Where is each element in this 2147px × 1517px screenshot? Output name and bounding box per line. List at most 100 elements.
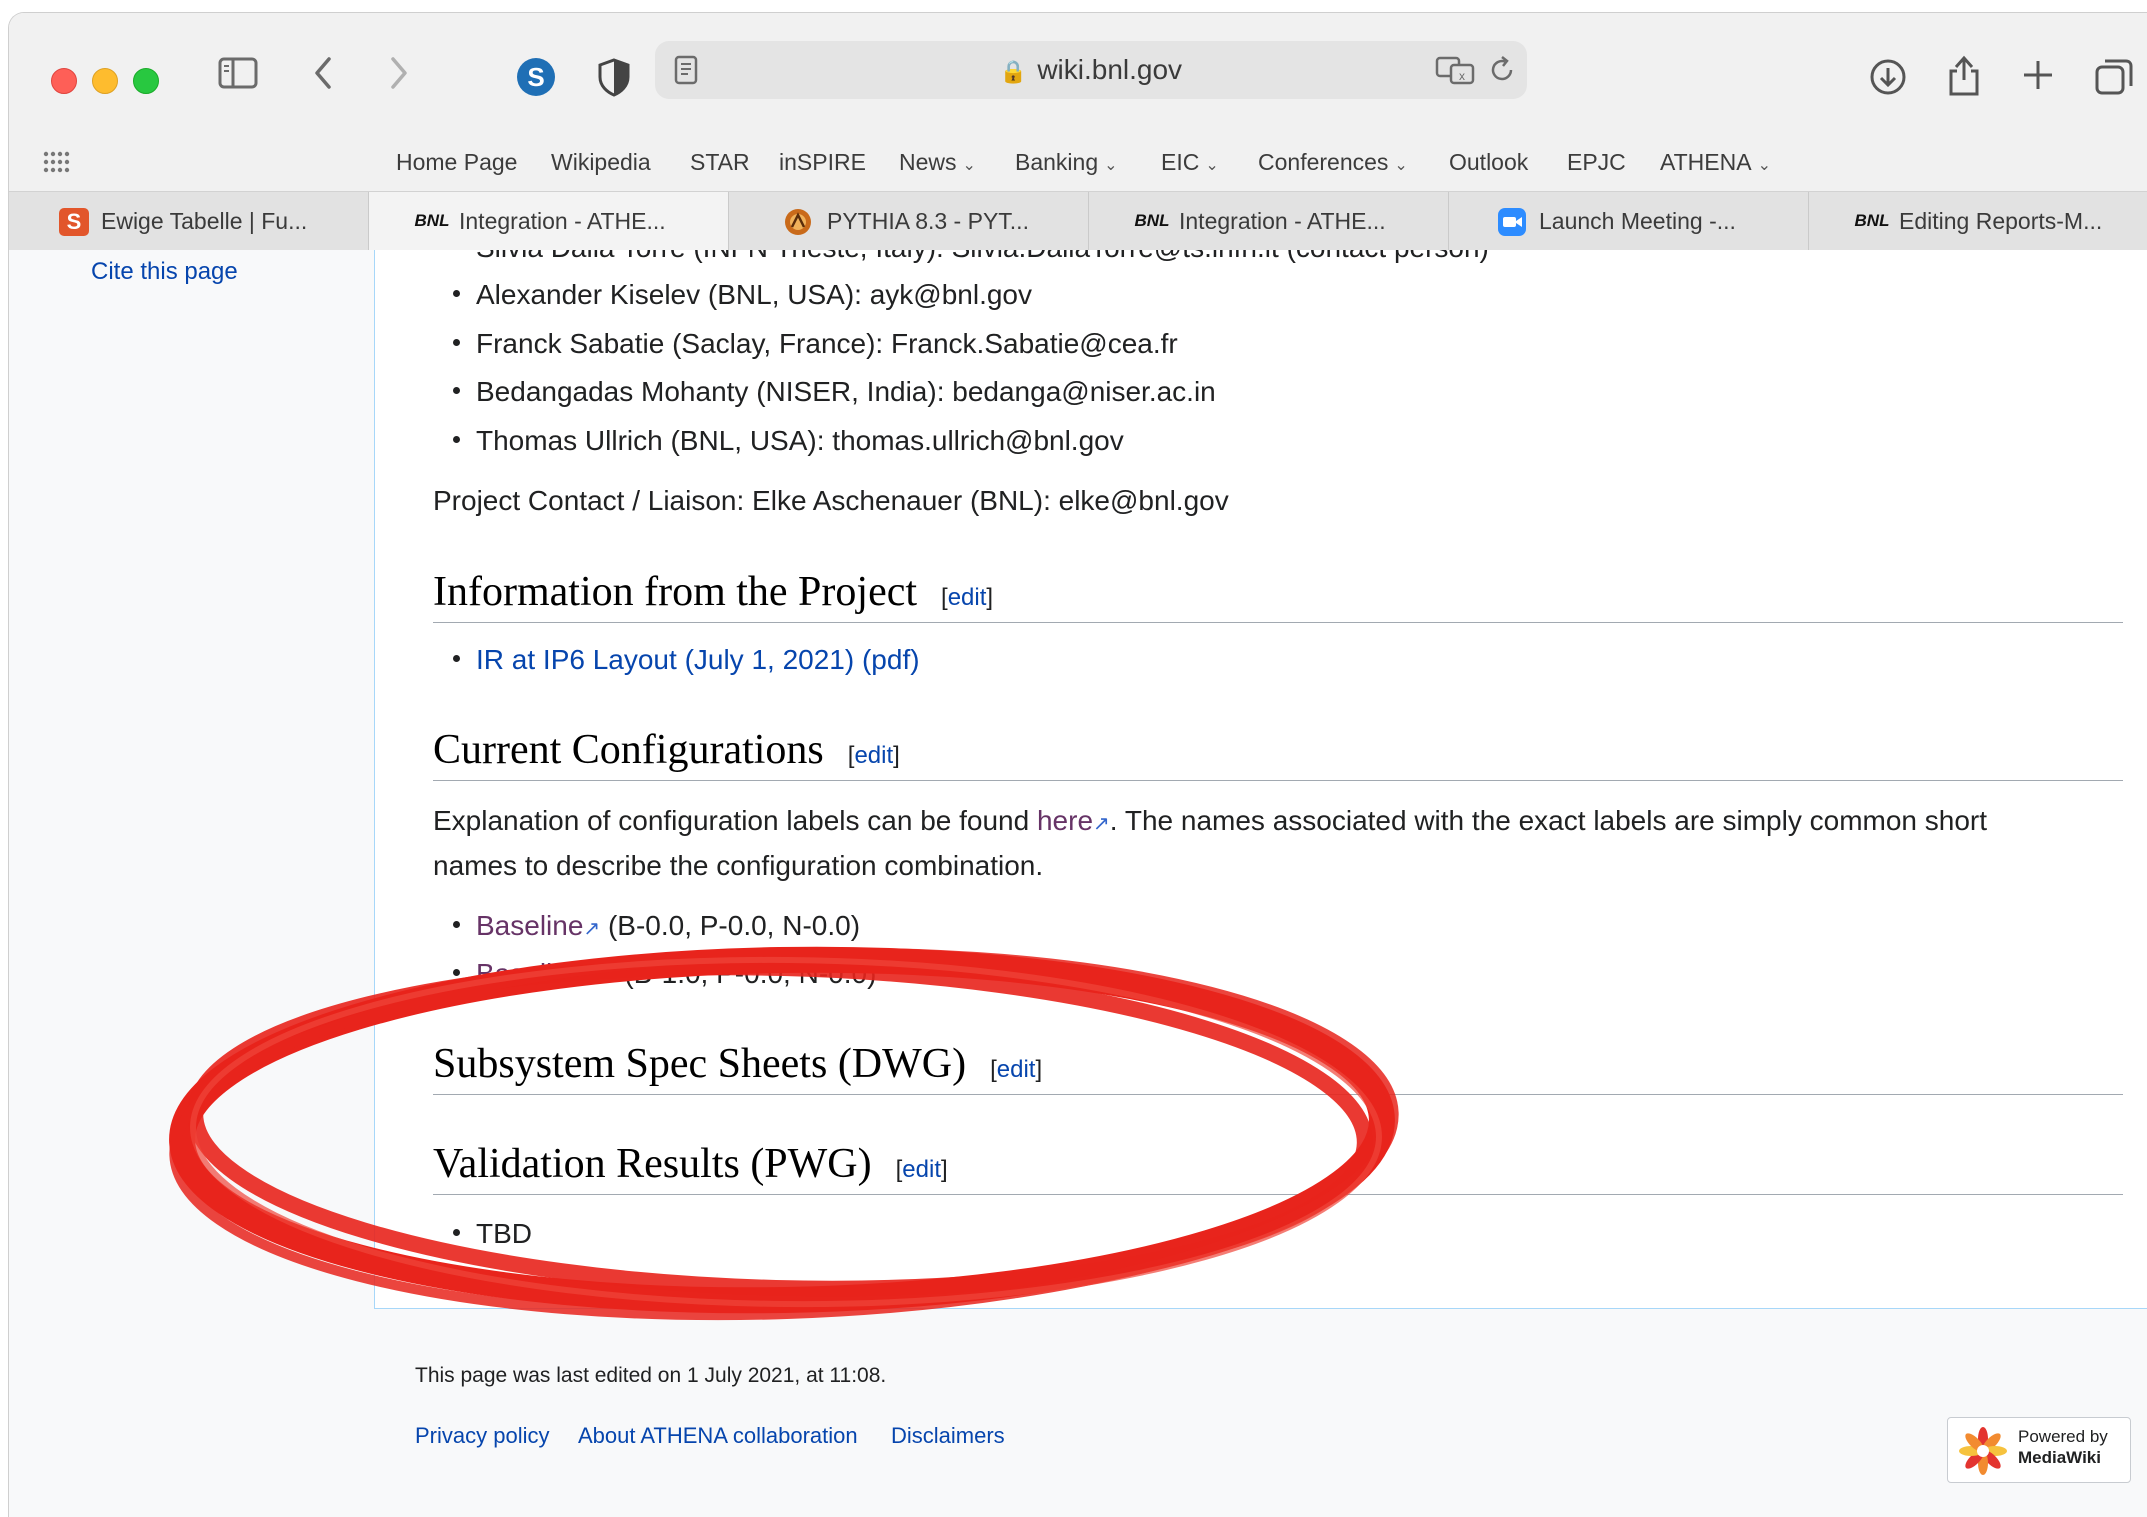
new-tab-icon[interactable]	[2015, 57, 2061, 103]
validation-item: TBD	[433, 1218, 532, 1250]
heading-text: Current Configurations	[433, 727, 824, 773]
contact-item-partial: Silvia Dalla Torre (INFN Trieste, Italy)…	[433, 250, 1489, 264]
tab-label: Editing Reports-M...	[1899, 208, 2103, 234]
bnl-icon: BNL	[415, 208, 450, 236]
edit-link[interactable]: edit	[854, 742, 893, 769]
tab-ewige-tabelle[interactable]: S Ewige Tabelle | Fu...	[9, 192, 369, 250]
lock-icon: 🔒	[999, 59, 1028, 84]
config-item: Baseline+↗ (B-1.0, P-0.0, N-0.0)	[433, 958, 876, 990]
extension-s-icon[interactable]: S	[513, 57, 559, 103]
contact-text: Franck Sabatie (Saclay, France): Franck.…	[476, 328, 1178, 359]
tab-integration-athena-2[interactable]: BNL Integration - ATHE...	[1089, 192, 1449, 250]
config-item-text: (B-0.0, P-0.0, N-0.0)	[607, 910, 861, 941]
edit-link[interactable]: edit	[948, 584, 987, 611]
bookmark-conferences[interactable]: Conferences ⌄	[1258, 133, 1408, 191]
powered-by-mediawiki-badge[interactable]: Powered by MediaWiki	[1947, 1417, 2131, 1483]
bookmark-banking-label: Banking	[1015, 149, 1099, 175]
external-link-icon: ↗	[1093, 813, 1110, 835]
close-window-button[interactable]	[51, 68, 77, 94]
url-text: 🔒 wiki.bnl.gov	[655, 41, 1527, 99]
heading-text: Information from the Project	[433, 569, 918, 615]
apps-grid-icon[interactable]	[43, 151, 73, 178]
bookmark-athena[interactable]: ATHENA ⌄	[1660, 133, 1771, 191]
baseline-plus-link[interactable]: Baseline+	[476, 958, 600, 989]
tab-label: Launch Meeting -...	[1539, 208, 1736, 234]
about-athena-link[interactable]: About ATHENA collaboration	[578, 1423, 858, 1449]
contact-item: Bedangadas Mohanty (NISER, India): bedan…	[433, 376, 1216, 408]
bookmark-news[interactable]: News ⌄	[899, 133, 976, 191]
article-body: Silvia Dalla Torre (INFN Trieste, Italy)…	[374, 250, 2147, 1309]
s-icon: S	[59, 208, 89, 236]
share-icon[interactable]	[1941, 53, 1987, 99]
zoom-window-button[interactable]	[133, 68, 159, 94]
chevron-down-icon: ⌄	[962, 157, 976, 174]
contact-item: Alexander Kiselev (BNL, USA): ayk@bnl.go…	[433, 279, 1032, 311]
bookmark-banking[interactable]: Banking ⌄	[1015, 133, 1118, 191]
tab-label: Ewige Tabelle | Fu...	[101, 208, 308, 234]
powered-line-2: MediaWiki	[2018, 1448, 2101, 1467]
powered-by-text: Powered by MediaWiki	[2018, 1426, 2108, 1468]
external-link-icon: ↗	[583, 918, 601, 940]
ir-layout-link[interactable]: IR at IP6 Layout (July 1, 2021) (pdf)	[476, 644, 920, 675]
baseline-link[interactable]: Baseline	[476, 910, 583, 941]
edit-link[interactable]: edit	[997, 1056, 1036, 1083]
bookmark-inspire[interactable]: inSPIRE	[779, 133, 866, 191]
bookmark-eic[interactable]: EIC ⌄	[1161, 133, 1219, 191]
edit-section-link[interactable]: [edit]	[990, 1056, 1042, 1083]
bookmark-news-label: News	[899, 149, 957, 175]
tab-overview-icon[interactable]	[2091, 57, 2137, 103]
powered-line-1: Powered by	[2018, 1427, 2108, 1446]
page-content: Cite this page Silvia Dalla Torre (INFN …	[9, 250, 2147, 1517]
bookmark-epjc[interactable]: EPJC	[1567, 133, 1626, 191]
bookmark-conferences-label: Conferences	[1258, 149, 1389, 175]
bookmark-star[interactable]: STAR	[690, 133, 750, 191]
tab-launch-meeting[interactable]: Launch Meeting -...	[1449, 192, 1809, 250]
address-bar[interactable]: 🔒 wiki.bnl.gov x	[655, 41, 1527, 99]
translate-icon[interactable]: x	[1435, 55, 1475, 90]
tab-pythia[interactable]: PYTHIA 8.3 - PYT...	[729, 192, 1089, 250]
config-text: Explanation of configuration labels can …	[433, 805, 1037, 836]
edit-section-link[interactable]: [edit]	[941, 584, 993, 611]
config-item: Baseline↗ (B-0.0, P-0.0, N-0.0)	[433, 910, 860, 942]
chevron-down-icon: ⌄	[1205, 157, 1219, 174]
bookmark-home-page[interactable]: Home Page	[396, 133, 517, 191]
tab-editing-reports[interactable]: BNL Editing Reports-M...	[1809, 192, 2147, 250]
bnl-icon: BNL	[1135, 208, 1170, 236]
tab-label: Integration - ATHE...	[1179, 208, 1386, 234]
bookmark-eic-label: EIC	[1161, 149, 1200, 175]
contact-text: Bedangadas Mohanty (NISER, India): bedan…	[476, 376, 1216, 407]
bookmark-athena-label: ATHENA	[1660, 149, 1752, 175]
reload-icon[interactable]	[1487, 55, 1517, 90]
downloads-icon[interactable]	[1865, 57, 1911, 103]
edit-section-link[interactable]: [edit]	[896, 1156, 948, 1183]
chevron-down-icon: ⌄	[1104, 157, 1118, 174]
sidebar-toggle-icon[interactable]	[215, 57, 261, 103]
bookmark-outlook[interactable]: Outlook	[1449, 133, 1528, 191]
forward-icon[interactable]	[375, 55, 421, 101]
external-link-icon: ↗	[599, 966, 617, 988]
last-edited-text: This page was last edited on 1 July 2021…	[415, 1364, 887, 1387]
tab-label: Integration - ATHE...	[459, 208, 666, 234]
here-link[interactable]: here	[1037, 805, 1093, 836]
config-paragraph-line-2: names to describe the configuration comb…	[433, 850, 1044, 881]
bookmark-wikipedia[interactable]: Wikipedia	[551, 133, 651, 191]
back-icon[interactable]	[301, 55, 347, 101]
mediawiki-flower-icon	[1958, 1426, 2008, 1481]
privacy-policy-link[interactable]: Privacy policy	[415, 1423, 549, 1449]
sidebar-cite-link[interactable]: Cite this page	[91, 258, 238, 286]
contact-text: Thomas Ullrich (BNL, USA): thomas.ullric…	[476, 425, 1124, 456]
shield-icon[interactable]	[591, 57, 637, 103]
edit-section-link[interactable]: [edit]	[848, 742, 900, 769]
contact-text: Silvia Dalla Torre (INFN Trieste, Italy)…	[476, 250, 1489, 263]
svg-text:x: x	[1459, 69, 1465, 83]
minimize-window-button[interactable]	[92, 68, 118, 94]
heading-text: Validation Results (PWG)	[433, 1141, 872, 1187]
edit-link[interactable]: edit	[902, 1156, 941, 1183]
config-paragraph-line-1: Explanation of configuration labels can …	[433, 805, 1987, 837]
contact-item: Thomas Ullrich (BNL, USA): thomas.ullric…	[433, 425, 1124, 457]
tab-integration-athena-1[interactable]: BNL Integration - ATHE...	[369, 192, 729, 250]
tab-bar: S Ewige Tabelle | Fu... BNL Integration …	[9, 191, 2147, 251]
disclaimers-link[interactable]: Disclaimers	[891, 1423, 1005, 1449]
section-heading-configurations: Current Configurations [edit]	[433, 726, 2123, 781]
zoom-icon	[1497, 208, 1527, 236]
